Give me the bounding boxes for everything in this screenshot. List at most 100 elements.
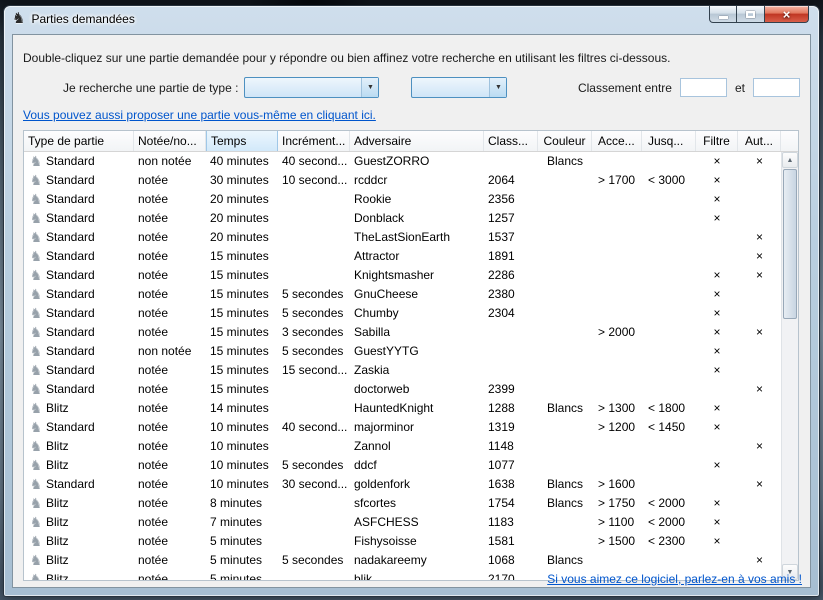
table-cell: < 2000	[642, 513, 696, 532]
rating-min-input[interactable]	[680, 78, 727, 97]
column-header[interactable]: Couleur	[538, 131, 592, 151]
table-cell: 1754	[484, 494, 538, 513]
maximize-button[interactable]	[737, 6, 764, 23]
column-header[interactable]: Jusq...	[642, 131, 696, 151]
table-cell: ×	[696, 209, 738, 228]
table-cell	[738, 342, 781, 361]
table-cell	[592, 437, 642, 456]
column-header[interactable]: Type de partie	[24, 131, 134, 151]
scroll-up-icon[interactable]: ▲	[782, 152, 798, 168]
table-cell	[278, 380, 350, 399]
table-row[interactable]: ♞Standardnotée15 minutes15 second...Zask…	[24, 361, 798, 380]
table-cell	[278, 494, 350, 513]
minimize-button[interactable]	[709, 6, 737, 23]
table-row[interactable]: ♞Standardnotée10 minutes40 second...majo…	[24, 418, 798, 437]
table-row[interactable]: ♞Standardnotée30 minutes10 second...rcdd…	[24, 171, 798, 190]
game-subtype-dropdown[interactable]: ▼	[411, 77, 507, 98]
table-cell	[538, 209, 592, 228]
table-cell: 1077	[484, 456, 538, 475]
column-header[interactable]: Acce...	[592, 131, 642, 151]
table-row[interactable]: ♞Blitznotée8 minutessfcortes1754Blancs> …	[24, 494, 798, 513]
table-cell: GuestYYTG	[350, 342, 484, 361]
table-row[interactable]: ♞Standardnotée15 minutes5 secondesGnuChe…	[24, 285, 798, 304]
propose-game-link[interactable]: Vous pouvez aussi proposer une partie vo…	[23, 108, 376, 122]
table-row[interactable]: ♞Standardnotée20 minutesDonblack1257×	[24, 209, 798, 228]
knight-icon: ♞	[28, 532, 44, 551]
column-header[interactable]: Class...	[484, 131, 538, 151]
table-row[interactable]: ♞Standardnotée10 minutes30 second...gold…	[24, 475, 798, 494]
table-cell	[738, 190, 781, 209]
table-cell: 20 minutes	[206, 190, 278, 209]
table-cell	[592, 551, 642, 570]
table-cell: 15 minutes	[206, 247, 278, 266]
table-cell: ♞Standard	[24, 190, 134, 209]
table-row[interactable]: ♞Blitznotée7 minutesASFCHESS1183> 1100< …	[24, 513, 798, 532]
knight-icon: ♞	[28, 190, 44, 209]
table-cell: Blancs	[538, 475, 592, 494]
table-row[interactable]: ♞Blitznotée10 minutes5 secondesddcf1077×	[24, 456, 798, 475]
table-cell	[642, 437, 696, 456]
table-cell: 1891	[484, 247, 538, 266]
table-row[interactable]: ♞Standardnotée15 minutes5 secondesChumby…	[24, 304, 798, 323]
table-cell: > 1500	[592, 532, 642, 551]
table-cell: 15 minutes	[206, 266, 278, 285]
table-cell: ♞Standard	[24, 323, 134, 342]
table-cell: Attractor	[350, 247, 484, 266]
table-row[interactable]: ♞Blitznotée10 minutesZannol1148×	[24, 437, 798, 456]
table-cell: 10 minutes	[206, 437, 278, 456]
table-cell: 15 minutes	[206, 342, 278, 361]
column-header[interactable]: Temps	[206, 131, 278, 151]
game-type-dropdown[interactable]: ▼	[244, 77, 379, 98]
table-row[interactable]: ♞Blitznotée5 minutes5 secondesnadakareem…	[24, 551, 798, 570]
table-cell: notée	[134, 266, 206, 285]
title-bar[interactable]: ♞ Parties demandées	[4, 6, 819, 29]
table-cell: ♞Standard	[24, 418, 134, 437]
table-row[interactable]: ♞Standardnotée20 minutesRookie2356×	[24, 190, 798, 209]
table-cell: 1288	[484, 399, 538, 418]
table-row[interactable]: ♞Blitznotée14 minutesHauntedKnight1288Bl…	[24, 399, 798, 418]
table-row[interactable]: ♞Standardnon notée40 minutes40 second...…	[24, 152, 798, 171]
table-row[interactable]: ♞Standardnotée15 minutesAttractor1891×	[24, 247, 798, 266]
table-cell: 15 minutes	[206, 323, 278, 342]
vertical-scrollbar[interactable]: ▲ ▼	[781, 152, 798, 580]
column-header[interactable]: Filtre	[696, 131, 738, 151]
table-cell: ×	[738, 323, 781, 342]
table-cell: ♞Standard	[24, 266, 134, 285]
column-header[interactable]: Notée/no...	[134, 131, 206, 151]
scrollbar-thumb[interactable]	[783, 169, 797, 319]
table-cell: ×	[696, 399, 738, 418]
table-cell: 20 minutes	[206, 209, 278, 228]
rating-max-input[interactable]	[753, 78, 800, 97]
knight-icon: ♞	[28, 456, 44, 475]
table-row[interactable]: ♞Standardnotée20 minutesTheLastSionEarth…	[24, 228, 798, 247]
close-button[interactable]: ×	[764, 6, 809, 23]
table-cell: ×	[696, 285, 738, 304]
table-cell	[738, 399, 781, 418]
table-cell: ×	[696, 323, 738, 342]
table-cell	[278, 570, 350, 581]
table-row[interactable]: ♞Standardnotée15 minutes3 secondesSabill…	[24, 323, 798, 342]
table-row[interactable]: ♞Standardnon notée15 minutes5 secondesGu…	[24, 342, 798, 361]
table-row[interactable]: ♞Standardnotée15 minutesdoctorweb2399×	[24, 380, 798, 399]
table-header: Type de partieNotée/no...TempsIncrément.…	[24, 131, 798, 152]
table-cell	[278, 532, 350, 551]
tell-friends-link[interactable]: Si vous aimez ce logiciel, parlez-en à v…	[547, 572, 802, 586]
table-cell	[538, 247, 592, 266]
table-cell: 40 second...	[278, 418, 350, 437]
table-cell: notée	[134, 437, 206, 456]
column-header[interactable]: Aut...	[738, 131, 781, 151]
table-row[interactable]: ♞Standardnotée15 minutesKnightsmasher228…	[24, 266, 798, 285]
column-header[interactable]: Incrément...	[278, 131, 350, 151]
table-cell: ♞Standard	[24, 247, 134, 266]
table-cell: > 1100	[592, 513, 642, 532]
knight-icon: ♞	[28, 494, 44, 513]
table-cell: < 2300	[642, 532, 696, 551]
table-cell	[642, 475, 696, 494]
table-cell	[278, 399, 350, 418]
table-cell: ♞Blitz	[24, 456, 134, 475]
table-cell: Sabilla	[350, 323, 484, 342]
table-cell: 30 second...	[278, 475, 350, 494]
column-header[interactable]: Adversaire	[350, 131, 484, 151]
table-cell	[538, 342, 592, 361]
table-row[interactable]: ♞Blitznotée5 minutesFishysoisse1581> 150…	[24, 532, 798, 551]
